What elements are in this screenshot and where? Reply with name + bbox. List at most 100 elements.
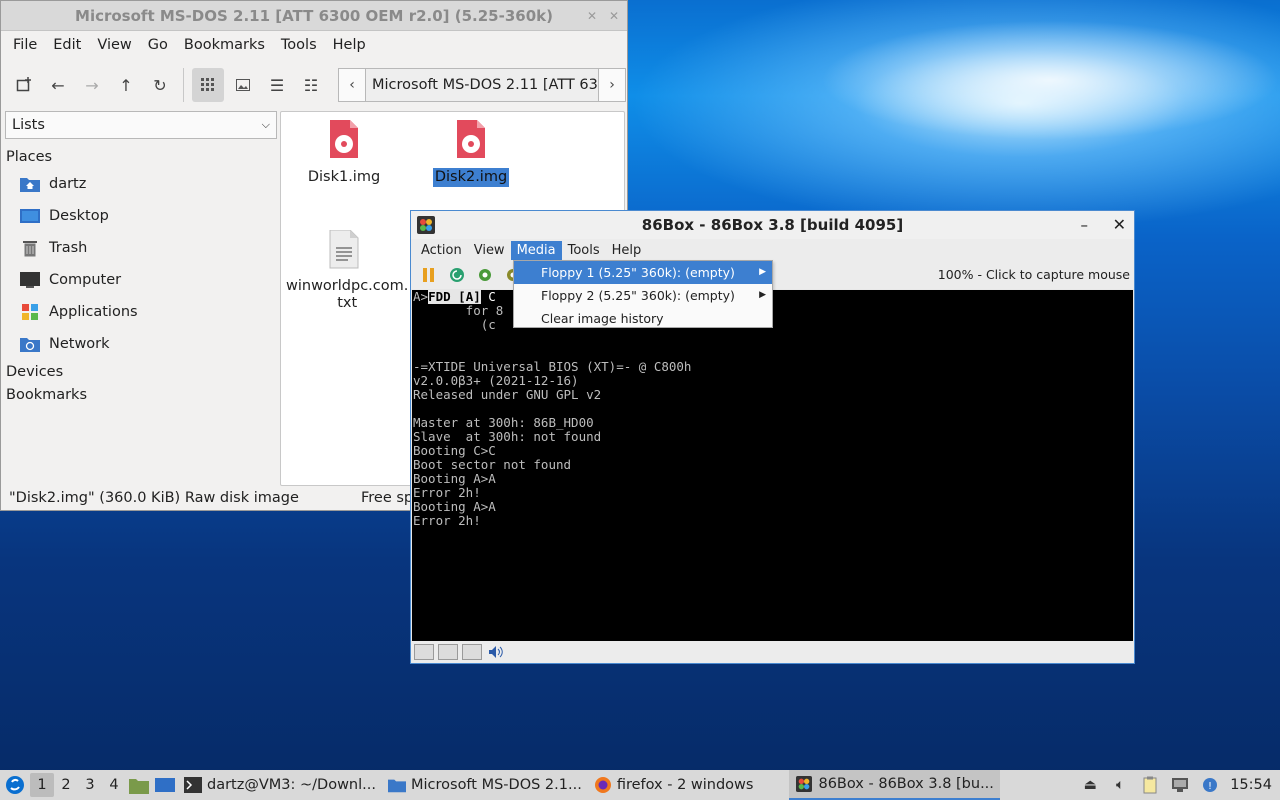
path-bar: ‹ Microsoft MS-DOS 2.11 [ATT 6300 OEM r2… (338, 68, 626, 102)
workspace-2[interactable]: 2 (54, 777, 78, 793)
menu-help[interactable]: Help (606, 241, 648, 260)
menu-item-clear-image-history[interactable]: Clear image history (514, 307, 772, 330)
menu-help[interactable]: Help (325, 37, 374, 53)
86box-icon (417, 216, 435, 234)
back-button[interactable]: ← (43, 70, 73, 100)
list-icon: ☷ (303, 75, 319, 95)
close-icon[interactable]: ✕ (1113, 211, 1126, 239)
sidebar-item-label: Network (49, 336, 110, 352)
file-item[interactable]: Disk1.img (284, 120, 404, 187)
menu-bookmarks[interactable]: Bookmarks (176, 37, 273, 53)
menu-tools[interactable]: Tools (273, 37, 325, 53)
reset-icon (450, 268, 464, 282)
up-button[interactable]: ↑ (111, 70, 141, 100)
menu-view[interactable]: View (89, 37, 139, 53)
menu-media[interactable]: Media (510, 240, 562, 260)
sidebar-item-desktop[interactable]: Desktop (3, 200, 277, 232)
devices-heading[interactable]: Devices (3, 360, 277, 383)
screen-line: Master at 300h: 86B_HD00 (413, 415, 594, 430)
sidebar-item-trash[interactable]: Trash (3, 232, 277, 264)
quicklaunch-file-manager[interactable] (126, 770, 152, 800)
86box-titlebar[interactable]: 86Box - 86Box 3.8 [build 4095] – ✕ (411, 211, 1134, 239)
sound-status-icon[interactable] (486, 644, 506, 660)
menu-tools[interactable]: Tools (562, 241, 606, 260)
file-item[interactable]: winworldpc.com. txt (284, 229, 408, 312)
workspace-3[interactable]: 3 (78, 777, 102, 793)
forward-button[interactable]: → (77, 70, 107, 100)
bookmarks-heading[interactable]: Bookmarks (3, 383, 277, 406)
eject-icon[interactable]: ⏏ (1080, 775, 1100, 795)
menu-item-floppy-1[interactable]: Floppy 1 (5.25" 360k): (empty) ▶ (514, 261, 772, 284)
list-view-button[interactable]: ☷ (296, 70, 326, 100)
submenu-arrow-icon: ▶ (759, 290, 766, 300)
file-item-selected[interactable]: Disk2.img (411, 120, 531, 187)
close-icon[interactable]: ✕ (609, 1, 619, 31)
screen-line: Booting A>A (413, 471, 496, 486)
screen-line (413, 346, 1133, 360)
task-firefox[interactable]: firefox - 2 windows (588, 770, 760, 800)
emulator-screen[interactable]: A>FDD [A] C for 8 (c -=XTIDE Universal B… (412, 289, 1133, 641)
sidebar-item-label: Applications (49, 304, 138, 320)
pause-button[interactable] (417, 264, 441, 286)
submenu-arrow-icon: ▶ (759, 267, 766, 277)
capture-mouse-hint[interactable]: 100% - Click to capture mouse (938, 261, 1130, 289)
compact-view-button[interactable]: ☰ (262, 70, 292, 100)
screen-highlight: FDD [A] (428, 289, 481, 304)
sidebar-item-applications[interactable]: Applications (3, 296, 277, 328)
clipboard-icon[interactable] (1140, 775, 1160, 795)
side-pane-mode-select[interactable]: Lists ⌵ (5, 111, 277, 139)
start-menu-button[interactable] (0, 770, 30, 800)
image-icon (236, 79, 250, 91)
menu-go[interactable]: Go (140, 37, 176, 53)
task-file-manager[interactable]: Microsoft MS-DOS 2.1... (382, 770, 588, 800)
thumbnail-view-button[interactable] (228, 70, 258, 100)
menu-file[interactable]: File (5, 37, 45, 53)
side-pane: Lists ⌵ Places dartz Desktop Trash Compu… (3, 111, 277, 486)
reload-button[interactable]: ↻ (145, 70, 175, 100)
clock[interactable]: 15:54 (1230, 777, 1272, 793)
floppy-1-status-icon[interactable] (414, 644, 434, 660)
grid-icon (201, 78, 214, 91)
task-86box[interactable]: 86Box - 86Box 3.8 [bu... (789, 770, 1000, 800)
trash-icon (19, 238, 41, 258)
status-selection-info: "Disk2.img" (360.0 KiB) Raw disk image (9, 490, 299, 506)
menu-action[interactable]: Action (415, 241, 468, 260)
new-tab-button[interactable] (9, 70, 39, 100)
screen-line (413, 332, 1133, 346)
file-manager-titlebar[interactable]: Microsoft MS-DOS 2.11 [ATT 6300 OEM r2.0… (1, 1, 627, 31)
network-folder-icon (19, 334, 41, 354)
minimize-icon[interactable]: – (1081, 211, 1089, 239)
sidebar-item-home[interactable]: dartz (3, 168, 277, 200)
floppy-2-status-icon[interactable] (438, 644, 458, 660)
sidebar-item-network[interactable]: Network (3, 328, 277, 360)
screen-line: Released under GNU GPL v2 (413, 387, 602, 402)
screen-line (413, 402, 1133, 416)
reset-button[interactable] (445, 264, 469, 286)
quicklaunch-desktop[interactable] (152, 770, 178, 800)
workspace-4[interactable]: 4 (102, 777, 126, 793)
workspace-1[interactable]: 1 (30, 773, 54, 797)
applications-icon (19, 302, 41, 322)
menu-view[interactable]: View (468, 241, 511, 260)
side-pane-mode-label: Lists (12, 117, 45, 133)
network-icon[interactable] (1170, 775, 1190, 795)
task-terminal[interactable]: dartz@VM3: ~/Downl... (178, 770, 382, 800)
keyboard-combo-icon (479, 269, 491, 281)
path-segment[interactable]: Microsoft MS-DOS 2.11 [ATT 6300 OEM r2.0… (366, 68, 598, 102)
volume-icon[interactable]: 🔈︎ (1110, 775, 1130, 795)
ctrl-alt-del-button[interactable] (473, 264, 497, 286)
pause-icon (423, 268, 434, 282)
home-folder-icon (19, 174, 41, 194)
hard-disk-status-icon[interactable] (462, 644, 482, 660)
file-name: Disk2.img (432, 168, 510, 187)
path-scroll-left-button[interactable]: ‹ (338, 68, 366, 102)
update-notifier-icon[interactable]: ! (1200, 775, 1220, 795)
menu-item-floppy-2[interactable]: Floppy 2 (5.25" 360k): (empty) ▶ (514, 284, 772, 307)
places-heading[interactable]: Places (3, 145, 277, 168)
icon-view-button[interactable] (192, 68, 224, 102)
firefox-icon (594, 776, 612, 794)
path-scroll-right-button[interactable]: › (598, 68, 626, 102)
minimize-icon[interactable]: ✕ (587, 1, 597, 31)
sidebar-item-computer[interactable]: Computer (3, 264, 277, 296)
menu-edit[interactable]: Edit (45, 37, 89, 53)
